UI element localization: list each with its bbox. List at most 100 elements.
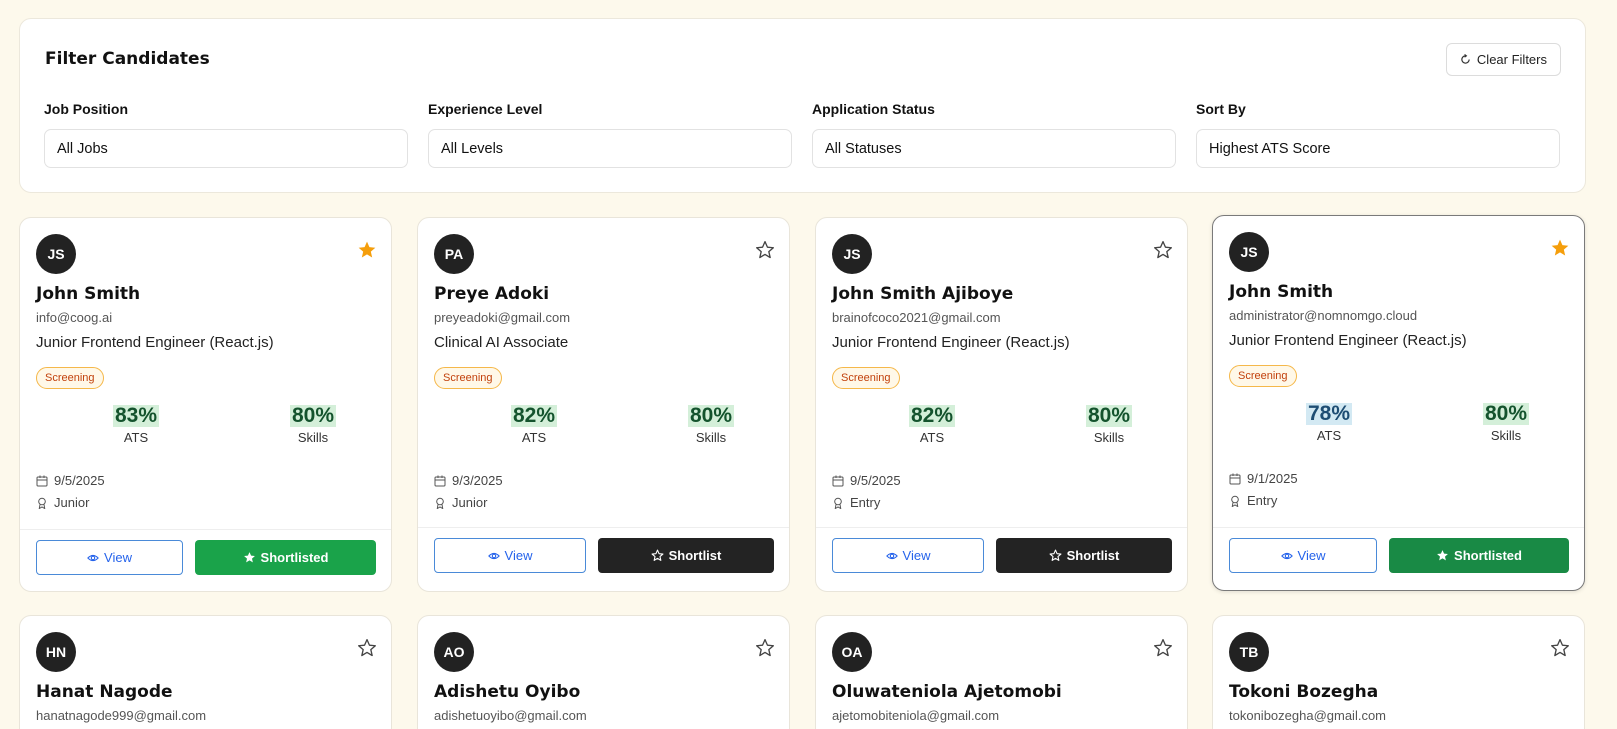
star-outline-icon[interactable] <box>1153 638 1173 658</box>
ats-label: ATS <box>1316 428 1342 443</box>
shortlisted-button[interactable]: Shortlisted <box>195 540 376 575</box>
view-button[interactable]: View <box>1229 538 1377 573</box>
skills-metric: 80% Skills <box>651 405 771 445</box>
ats-value: 78% <box>1305 402 1353 425</box>
card-divider <box>418 527 789 528</box>
card-divider <box>20 529 391 530</box>
candidate-card[interactable]: AO Adishetu Oyibo adishetuoyibo@gmail.co… <box>417 615 790 729</box>
applied-date-text: 9/5/2025 <box>850 473 901 488</box>
calendar-icon <box>36 475 48 486</box>
candidate-name: Adishetu Oyibo <box>434 682 581 702</box>
ats-value: 83% <box>112 404 160 427</box>
filter-label: Application Status <box>812 101 935 117</box>
skills-label: Skills <box>695 430 727 445</box>
calendar-icon <box>1229 473 1241 484</box>
shortlisted-label: Shortlisted <box>260 550 329 565</box>
ats-value: 82% <box>510 404 558 427</box>
skills-metric: 80% Skills <box>253 405 373 445</box>
candidate-name: Oluwateniola Ajetomobi <box>832 682 1062 702</box>
clear-filters-label: Clear Filters <box>1476 52 1547 67</box>
experience-level: Junior <box>36 495 89 510</box>
applied-date-text: 9/5/2025 <box>54 473 105 488</box>
ats-metric: 82% ATS <box>474 405 594 445</box>
filter-application-status: Application Status All Statuses <box>812 101 1176 168</box>
view-label: View <box>902 548 931 563</box>
view-button[interactable]: View <box>434 538 586 573</box>
ats-value: 82% <box>908 404 956 427</box>
shortlist-button[interactable]: Shortlist <box>598 538 774 573</box>
experience-level-text: Entry <box>1247 493 1278 508</box>
candidate-email: brainofcoco2021@gmail.com <box>832 310 1001 325</box>
candidate-name: Preye Adoki <box>434 284 550 304</box>
applied-date: 9/1/2025 <box>1229 471 1298 486</box>
clear-filters-button[interactable]: Clear Filters <box>1445 43 1561 76</box>
candidate-email: administrator@nomnomgo.cloud <box>1229 308 1418 323</box>
applied-date: 9/5/2025 <box>36 473 105 488</box>
applied-date-text: 9/3/2025 <box>452 473 503 488</box>
eye-icon <box>885 552 898 559</box>
candidate-card[interactable]: OA Oluwateniola Ajetomobi ajetomobitenio… <box>815 615 1188 729</box>
experience-level-text: Junior <box>54 495 90 510</box>
star-outline-icon[interactable] <box>1153 240 1173 260</box>
candidate-email: preyeadoki@gmail.com <box>434 310 571 325</box>
star-outline-icon <box>1049 549 1062 561</box>
shortlisted-button[interactable]: Shortlisted <box>1389 538 1569 573</box>
avatar: TB <box>1229 632 1269 672</box>
view-label: View <box>1297 548 1326 563</box>
eye-icon <box>87 554 99 561</box>
star-filled-icon[interactable] <box>1550 238 1570 258</box>
avatar: HN <box>36 632 76 672</box>
filter-experience-level: Experience Level All Levels <box>428 101 792 168</box>
star-outline-icon[interactable] <box>357 638 377 658</box>
star-outline-icon[interactable] <box>755 240 775 260</box>
card-divider <box>1213 527 1584 528</box>
candidate-role: Junior Frontend Engineer (React.js) <box>1229 332 1467 349</box>
ats-metric: 82% ATS <box>872 405 992 445</box>
sort-by-select[interactable]: Highest ATS Score <box>1196 129 1560 168</box>
status-badge: Screening <box>1229 365 1297 387</box>
candidate-card[interactable]: TB Tokoni Bozegha tokonibozegha@gmail.co… <box>1212 615 1585 729</box>
eye-icon <box>1280 552 1293 559</box>
candidate-name: John Smith <box>1229 282 1334 302</box>
shortlisted-label: Shortlisted <box>1454 548 1522 563</box>
experience-level-text: Entry <box>850 495 881 510</box>
skills-label: Skills <box>1490 428 1522 443</box>
filter-panel: Filter Candidates Clear Filters Job Posi… <box>19 18 1586 193</box>
status-badge: Screening <box>832 367 900 389</box>
shortlist-button[interactable]: Shortlist <box>996 538 1172 573</box>
star-outline-icon <box>651 549 664 561</box>
star-outline-icon[interactable] <box>755 638 775 658</box>
candidate-card[interactable]: JS John Smith administrator@nomnomgo.clo… <box>1212 215 1585 591</box>
avatar: OA <box>832 632 872 672</box>
experience-level: Junior <box>434 495 487 510</box>
candidate-card[interactable]: PA Preye Adoki preyeadoki@gmail.com Clin… <box>417 217 790 592</box>
skills-value: 80% <box>289 404 337 427</box>
candidate-role: Clinical AI Associate <box>434 334 569 351</box>
calendar-icon <box>832 475 844 486</box>
job-position-select[interactable]: All Jobs <box>44 129 408 168</box>
candidate-email: ajetomobiteniola@gmail.com <box>832 708 1000 723</box>
avatar: JS <box>1229 232 1269 272</box>
candidate-card[interactable]: JS John Smith info@coog.ai Junior Fronte… <box>19 217 392 592</box>
candidate-role: Junior Frontend Engineer (React.js) <box>36 334 274 351</box>
application-status-select[interactable]: All Statuses <box>812 129 1176 168</box>
ats-metric: 83% ATS <box>76 405 196 445</box>
avatar: PA <box>434 234 474 274</box>
view-button[interactable]: View <box>832 538 984 573</box>
filter-job-position: Job Position All Jobs <box>44 101 408 168</box>
candidate-card[interactable]: HN Hanat Nagode hanatnagode999@gmail.com <box>19 615 392 729</box>
applied-date-text: 9/1/2025 <box>1247 471 1298 486</box>
award-icon <box>834 497 842 509</box>
ats-label: ATS <box>919 430 945 445</box>
skills-label: Skills <box>297 430 329 445</box>
candidate-card[interactable]: JS John Smith Ajiboye brainofcoco2021@gm… <box>815 217 1188 592</box>
star-filled-icon[interactable] <box>357 240 377 260</box>
skills-value: 80% <box>1482 402 1530 425</box>
view-label: View <box>504 548 533 563</box>
experience-level-select[interactable]: All Levels <box>428 129 792 168</box>
star-outline-icon[interactable] <box>1550 638 1570 658</box>
experience-level: Entry <box>1229 493 1277 508</box>
candidate-role: Junior Frontend Engineer (React.js) <box>832 334 1070 351</box>
calendar-icon <box>434 475 446 486</box>
view-button[interactable]: View <box>36 540 183 575</box>
